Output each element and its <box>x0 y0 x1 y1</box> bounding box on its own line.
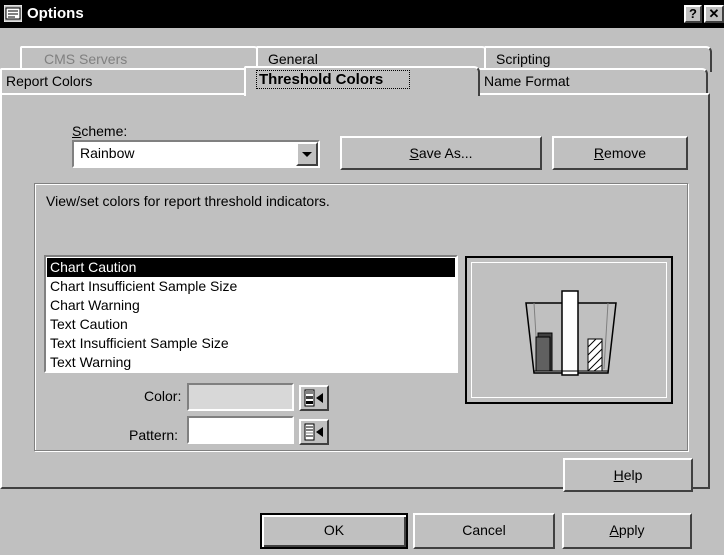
tab-scripting-label: Scripting <box>496 51 551 67</box>
tab-name-format[interactable]: Name Format <box>472 68 708 94</box>
threshold-preview-icon <box>524 289 618 379</box>
scheme-select-value: Rainbow <box>80 145 135 161</box>
preview-frame <box>465 256 673 404</box>
help-title-button[interactable]: ? <box>684 5 702 23</box>
pattern-picker-icon <box>301 423 327 446</box>
save-as-mnemonic: S <box>409 145 419 161</box>
color-field[interactable] <box>187 383 294 411</box>
scheme-select[interactable]: Rainbow <box>72 140 320 168</box>
list-item-text-insufficient[interactable]: Text Insufficient Sample Size <box>47 334 455 353</box>
list-item-chart-insufficient[interactable]: Chart Insufficient Sample Size <box>47 277 455 296</box>
list-item-chart-warning[interactable]: Chart Warning <box>47 296 455 315</box>
tab-threshold-colors[interactable]: Threshold Colors <box>244 66 480 96</box>
apply-mnemonic: A <box>609 522 619 538</box>
window-title: Options <box>27 5 84 22</box>
preview-canvas <box>471 262 667 398</box>
scheme-label-mnemonic: S <box>72 123 82 139</box>
chevron-down-icon <box>298 151 316 167</box>
scheme-label-rest: cheme: <box>81 123 128 139</box>
close-icon: ✕ <box>708 6 720 21</box>
app-icon <box>3 4 23 23</box>
tab-cms-servers-label: CMS Servers <box>44 51 128 67</box>
color-picker-button[interactable] <box>299 385 329 411</box>
list-item-chart-caution[interactable]: Chart Caution <box>47 258 455 277</box>
tab-report-colors-label: Report Colors <box>6 73 93 89</box>
ok-button[interactable]: OK <box>260 513 408 549</box>
tab-threshold-colors-label: Threshold Colors <box>256 70 411 89</box>
list-item-text-warning[interactable]: Text Warning <box>47 353 455 372</box>
help-glyph: ? <box>689 6 697 21</box>
help-rest: elp <box>623 467 643 483</box>
remove-rest: emove <box>604 145 647 161</box>
remove-button[interactable]: Remove <box>552 136 688 170</box>
list-item-text-caution[interactable]: Text Caution <box>47 315 455 334</box>
apply-button[interactable]: Apply <box>562 513 692 549</box>
cancel-label: Cancel <box>462 522 506 538</box>
ok-label: OK <box>323 522 345 538</box>
title-bar: Options ? ✕ <box>0 0 724 28</box>
pattern-picker-button[interactable] <box>299 419 329 445</box>
remove-mnemonic: R <box>593 145 605 161</box>
pattern-label: Pattern: <box>129 427 179 443</box>
indicator-list[interactable]: Chart Caution Chart Insufficient Sample … <box>44 255 458 373</box>
save-as-button[interactable]: Save As... <box>340 136 542 170</box>
save-as-rest: ave As... <box>418 145 473 161</box>
scheme-label: Scheme: <box>72 123 127 139</box>
apply-rest: pply <box>618 522 645 538</box>
color-label: Color: <box>144 388 182 404</box>
group-description: View/set colors for report threshold ind… <box>46 193 330 209</box>
help-button[interactable]: Help <box>563 458 693 492</box>
tab-general-label: General <box>268 51 318 67</box>
color-picker-icon <box>301 389 327 412</box>
help-mnemonic: H <box>613 467 624 483</box>
tab-name-format-label: Name Format <box>484 73 570 89</box>
close-button[interactable]: ✕ <box>704 5 724 23</box>
tab-report-colors[interactable]: Report Colors <box>0 68 250 94</box>
pattern-field[interactable] <box>187 416 294 444</box>
scheme-dropdown-button[interactable] <box>296 142 318 166</box>
cancel-button[interactable]: Cancel <box>413 513 555 549</box>
